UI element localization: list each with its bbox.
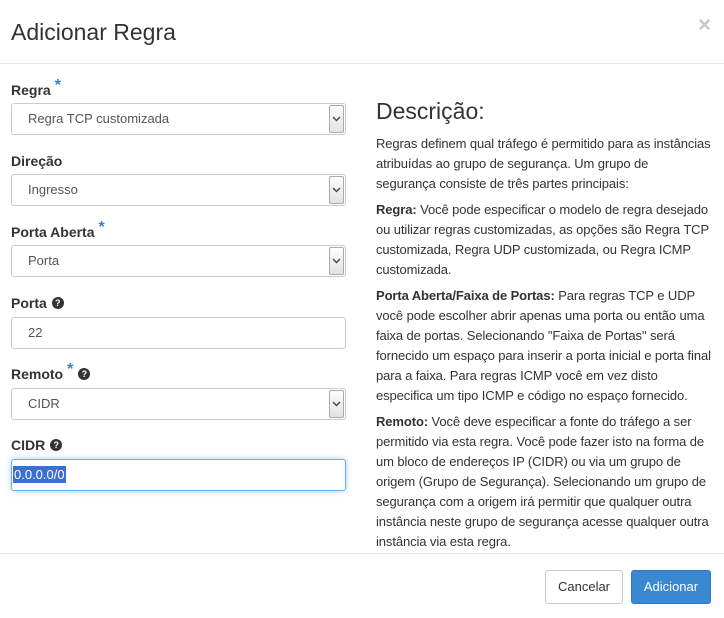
- add-button[interactable]: Adicionar: [631, 570, 711, 604]
- porta-label: Porta?: [11, 293, 346, 313]
- chevron-down-icon[interactable]: [329, 176, 344, 204]
- porta-aberta-label: Porta Aberta *: [11, 219, 105, 240]
- description-regra: Regra: Você pode especificar o modelo de…: [376, 202, 709, 277]
- chevron-down-icon[interactable]: [329, 247, 344, 275]
- field-remoto: Remoto *? CIDR: [11, 361, 346, 420]
- description-panel: Descrição: Regras definem qual tráfego é…: [376, 96, 711, 552]
- remoto-select[interactable]: CIDR: [11, 388, 346, 420]
- cidr-input-selected-text: 0.0.0.0/0: [13, 466, 66, 483]
- question-circle-icon[interactable]: ?: [51, 297, 64, 309]
- remoto-label: Remoto *?: [11, 361, 346, 384]
- description-intro: Regras definem qual tráfego é permitido …: [376, 136, 711, 191]
- cancel-button[interactable]: Cancelar: [545, 570, 623, 604]
- field-porta: Porta? 22: [11, 293, 346, 349]
- porta-input[interactable]: 22: [11, 317, 346, 349]
- description-porta: Porta Aberta/Faixa de Portas: Para regra…: [376, 288, 711, 403]
- direcao-select[interactable]: Ingresso: [11, 174, 346, 206]
- field-direcao: Direção Ingresso: [11, 151, 346, 206]
- regra-select[interactable]: Regra TCP customizada: [11, 103, 346, 135]
- chevron-down-icon[interactable]: [329, 390, 344, 418]
- required-asterisk: *: [67, 361, 74, 378]
- description-remoto: Remoto: Você deve especificar a fonte do…: [376, 414, 709, 549]
- field-porta-aberta: Porta Aberta * Porta: [11, 219, 346, 277]
- modal-header: Adicionar Regra ×: [0, 0, 724, 64]
- question-circle-icon[interactable]: ?: [78, 368, 91, 380]
- regra-label: Regra *: [11, 77, 61, 98]
- field-regra: Regra * Regra TCP customizada: [11, 77, 346, 135]
- field-cidr: CIDR? 0.0.0.0/0: [11, 435, 346, 491]
- cidr-input[interactable]: 0.0.0.0/0: [11, 459, 346, 491]
- porta-aberta-select[interactable]: Porta: [11, 245, 346, 277]
- modal-title: Adicionar Regra: [11, 19, 176, 45]
- question-circle-icon[interactable]: ?: [50, 439, 63, 451]
- chevron-down-icon[interactable]: [329, 105, 344, 133]
- cidr-label: CIDR?: [11, 435, 346, 455]
- required-asterisk: *: [98, 219, 105, 236]
- direcao-label: Direção: [11, 153, 63, 169]
- description-title: Descrição:: [376, 98, 485, 124]
- required-asterisk: *: [54, 77, 61, 94]
- modal-footer: Cancelar Adicionar: [0, 553, 724, 618]
- close-icon[interactable]: ×: [698, 14, 711, 36]
